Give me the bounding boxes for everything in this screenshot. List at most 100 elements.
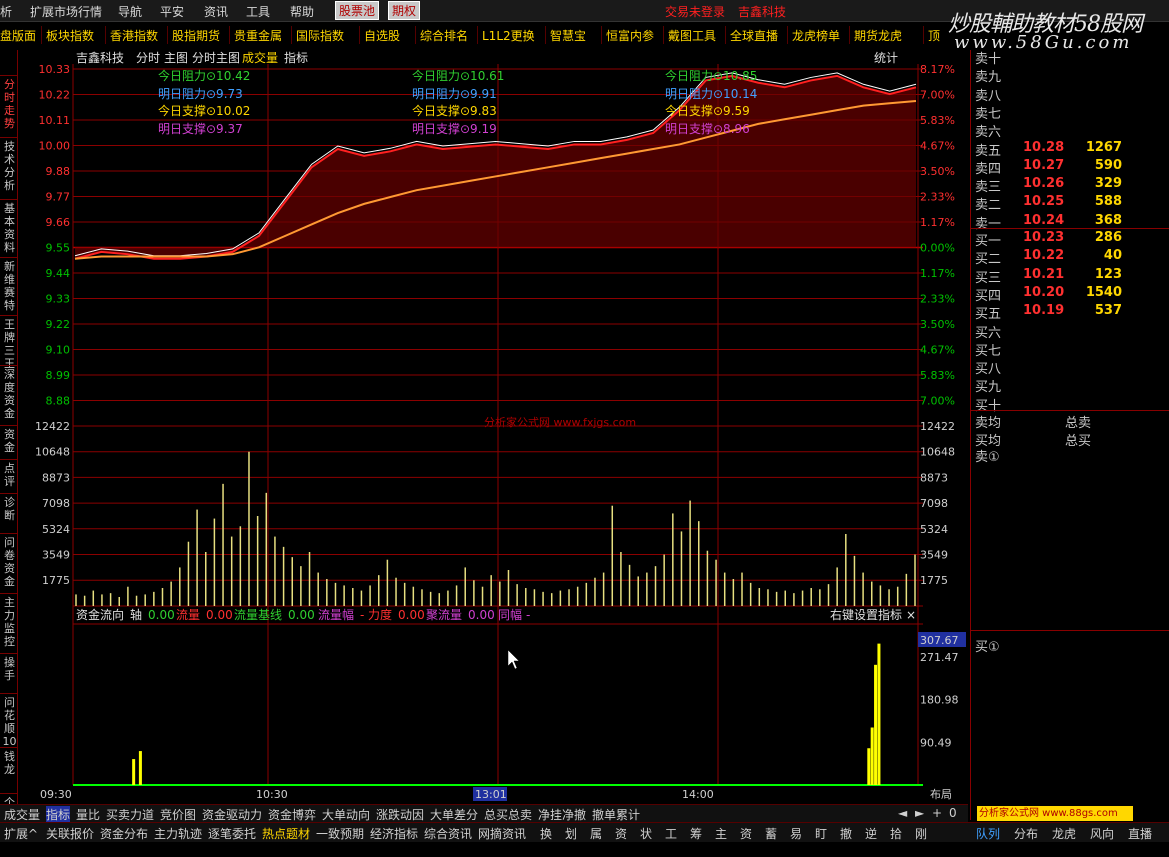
sell-row[interactable]: 卖三 10.26 329 bbox=[973, 176, 1168, 195]
menu-highlight-0[interactable]: 股票池 bbox=[335, 1, 380, 20]
bottom-row2-tab-12[interactable]: 划 bbox=[565, 825, 577, 842]
bottom-row2-tab-20[interactable]: 蓄 bbox=[765, 825, 777, 842]
bottom-row2-tab-16[interactable]: 工 bbox=[665, 825, 677, 842]
toolbar-item-8[interactable]: L1L2更换 bbox=[482, 27, 535, 44]
flow-header-item[interactable]: × bbox=[906, 608, 916, 622]
sidebar-item-6[interactable]: 资金 bbox=[2, 428, 17, 454]
menu-status-1[interactable]: 吉鑫科技 bbox=[738, 3, 786, 20]
buy-row[interactable]: 买七 bbox=[973, 340, 1168, 359]
sidebar-item-13[interactable]: 钱龙 bbox=[2, 750, 17, 776]
toolbar-item-11[interactable]: 戴图工具 bbox=[668, 27, 716, 44]
bottom-row2-tab-21[interactable]: 易 bbox=[790, 825, 802, 842]
toolbar-item-15[interactable]: 顶 bbox=[928, 27, 940, 44]
toolbar-item-14[interactable]: 期货龙虎 bbox=[854, 27, 902, 44]
toolbar-item-3[interactable]: 股指期货 bbox=[172, 27, 220, 44]
chart-header-item[interactable]: 分时 bbox=[136, 51, 160, 65]
sell-row[interactable]: 卖八 bbox=[973, 85, 1168, 104]
sidebar-item-9[interactable]: 问卷资金 bbox=[2, 536, 17, 588]
sidebar-item-10[interactable]: 主力监控 bbox=[2, 596, 17, 648]
bottom-row2-tab-13[interactable]: 属 bbox=[590, 825, 602, 842]
sell-row[interactable]: 卖五 10.28 1267 bbox=[973, 140, 1168, 159]
sidebar-item-12[interactable]: 问花顺10 bbox=[2, 696, 17, 748]
menu-highlight-1[interactable]: 期权 bbox=[388, 1, 421, 20]
bottom-tab-11[interactable]: 净挂净撤 bbox=[538, 806, 586, 823]
bottom-row2-tab-2[interactable]: 资金分布 bbox=[100, 825, 148, 842]
bottom-right-tab-4[interactable]: 直播 bbox=[1128, 825, 1152, 842]
bottom-row2-tab-14[interactable]: 资 bbox=[615, 825, 627, 842]
menu-item-0[interactable]: 析 bbox=[0, 3, 12, 20]
chart-area[interactable]: 10.33 8.17% 10.22 7.00% 10.11 5.83% 10.00 4.67%… bbox=[18, 50, 968, 810]
menu-item-3[interactable]: 平安 bbox=[160, 3, 184, 20]
chart-header-item[interactable]: 成交量 bbox=[242, 50, 278, 65]
menu-item-2[interactable]: 导航 bbox=[118, 3, 142, 20]
bottom-row2-tab-6[interactable]: 一致预期 bbox=[316, 825, 364, 842]
bottom-tab-1[interactable]: 指标 bbox=[46, 806, 71, 823]
sidebar-item-11[interactable]: 操手 bbox=[2, 656, 17, 682]
bottom-nav-button[interactable]: + bbox=[932, 806, 942, 820]
bottom-row2-tab-8[interactable]: 综合资讯 bbox=[424, 825, 472, 842]
sidebar-item-2[interactable]: 基本资料 bbox=[2, 202, 17, 254]
sidebar-item-3[interactable]: 新维赛特 bbox=[2, 260, 17, 312]
sidebar-item-5[interactable]: 深度资金 bbox=[2, 368, 17, 420]
bottom-row2-tab-11[interactable]: 换 bbox=[540, 825, 552, 842]
menu-item-6[interactable]: 帮助 bbox=[290, 3, 314, 20]
bottom-row2-tab-17[interactable]: 筹 bbox=[690, 825, 702, 842]
buy-row[interactable]: 买九 bbox=[973, 376, 1168, 395]
bottom-tab-7[interactable]: 大单动向 bbox=[322, 806, 370, 823]
bottom-row2-tab-4[interactable]: 逐笔委托 bbox=[208, 825, 256, 842]
bottom-row2-tab-15[interactable]: 状 bbox=[640, 825, 652, 842]
bottom-row2-tab-3[interactable]: 主力轨迹 bbox=[154, 825, 202, 842]
buy-row[interactable]: 买五 10.19 537 bbox=[973, 303, 1168, 322]
menu-status-0[interactable]: 交易未登录 bbox=[665, 3, 725, 20]
bottom-right-tab-3[interactable]: 风向 bbox=[1090, 825, 1114, 842]
sell-row[interactable]: 卖七 bbox=[973, 103, 1168, 122]
chart-header-item[interactable]: 主图 bbox=[164, 51, 188, 65]
chart-header-item[interactable]: 指标 bbox=[284, 50, 308, 65]
toolbar-item-9[interactable]: 智慧宝 bbox=[550, 27, 586, 44]
toolbar-item-6[interactable]: 自选股 bbox=[364, 27, 400, 44]
sidebar-item-1[interactable]: 技术分析 bbox=[2, 140, 17, 192]
bottom-nav-button[interactable]: ► bbox=[915, 806, 924, 820]
sidebar-item-8[interactable]: 诊断 bbox=[2, 496, 17, 522]
bottom-row2-tab-26[interactable]: 刚 bbox=[915, 825, 927, 842]
bottom-row2-tab-18[interactable]: 主 bbox=[715, 825, 727, 842]
buy-row[interactable]: 买二 10.22 40 bbox=[973, 248, 1168, 267]
bottom-row2-tab-19[interactable]: 资 bbox=[740, 825, 752, 842]
layout-label[interactable]: 布局 bbox=[930, 788, 952, 801]
sidebar-item-0[interactable]: 分时走势 bbox=[2, 78, 17, 130]
bottom-right-tab-2[interactable]: 龙虎 bbox=[1052, 825, 1076, 842]
bottom-row2-tab-5[interactable]: 热点题材 bbox=[262, 825, 310, 842]
bottom-tab-0[interactable]: 成交量 bbox=[4, 806, 40, 823]
flow-header-item[interactable]: 右键设置指标 bbox=[830, 607, 902, 622]
toolbar-item-7[interactable]: 综合排名 bbox=[420, 27, 468, 44]
bottom-row2-tab-0[interactable]: 扩展^ bbox=[4, 825, 38, 842]
bottom-tab-3[interactable]: 买卖力道 bbox=[106, 806, 154, 823]
bottom-tab-5[interactable]: 资金驱动力 bbox=[202, 806, 262, 823]
bottom-row2-tab-22[interactable]: 盯 bbox=[815, 825, 827, 842]
toolbar-item-13[interactable]: 龙虎榜单 bbox=[792, 27, 840, 44]
bottom-tab-6[interactable]: 资金博弈 bbox=[268, 806, 316, 823]
toolbar-item-0[interactable]: 盘版面 bbox=[0, 27, 36, 44]
bottom-tab-4[interactable]: 竞价图 bbox=[160, 806, 196, 823]
sell-row[interactable]: 卖二 10.25 588 bbox=[973, 194, 1168, 213]
bottom-right-tab-1[interactable]: 分布 bbox=[1014, 825, 1038, 842]
sidebar-item-4[interactable]: 王牌三王 bbox=[2, 318, 17, 370]
buy-row[interactable]: 买三 10.21 123 bbox=[973, 267, 1168, 286]
bottom-nav-button[interactable]: 0 bbox=[949, 806, 957, 820]
sell-row[interactable]: 卖十 bbox=[973, 48, 1168, 67]
bottom-row2-tab-9[interactable]: 网摘资讯 bbox=[478, 825, 526, 842]
menu-item-4[interactable]: 资讯 bbox=[204, 3, 228, 20]
menu-item-1[interactable]: 扩展市场行情 bbox=[30, 3, 102, 20]
sidebar-item-7[interactable]: 点评 bbox=[2, 462, 17, 488]
chart-header-item[interactable]: 分时主图 bbox=[192, 51, 240, 65]
bottom-tab-12[interactable]: 撤单累计 bbox=[592, 806, 640, 823]
buy-row[interactable]: 买一 10.23 286 bbox=[973, 230, 1168, 249]
toolbar-item-5[interactable]: 国际指数 bbox=[296, 27, 344, 44]
toolbar-item-10[interactable]: 恒富内参 bbox=[606, 27, 654, 44]
stat-label[interactable]: 统计 bbox=[874, 51, 898, 65]
bottom-tab-10[interactable]: 总买总卖 bbox=[484, 806, 532, 823]
buy-row[interactable]: 买四 10.20 1540 bbox=[973, 285, 1168, 304]
ad-banner[interactable]: 分析家公式网 www.88gs.com bbox=[977, 806, 1133, 821]
buy-row[interactable]: 买六 bbox=[973, 322, 1168, 341]
sell-row[interactable]: 卖四 10.27 590 bbox=[973, 158, 1168, 177]
